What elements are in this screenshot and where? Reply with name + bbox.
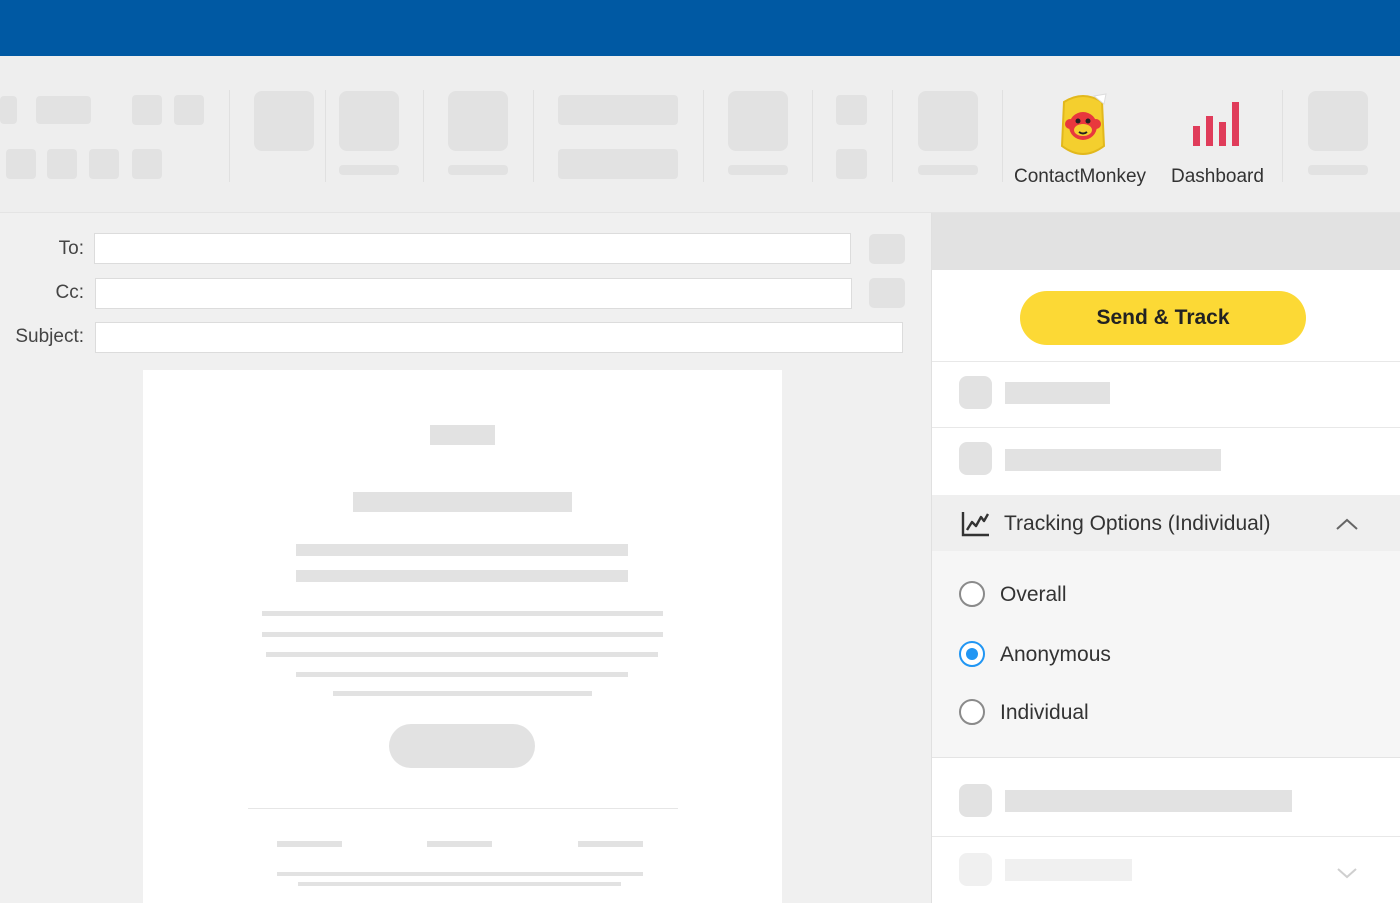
contactmonkey-label: ContactMonkey (1014, 166, 1147, 187)
panel-header (932, 213, 1400, 270)
ribbon-placeholder[interactable] (558, 95, 678, 125)
cc-address-book-button[interactable] (869, 278, 905, 308)
email-text-placeholder (333, 691, 592, 696)
ribbon-placeholder[interactable] (174, 95, 204, 125)
chevron-up-icon[interactable] (1335, 517, 1359, 531)
ribbon-divider (892, 90, 893, 182)
ribbon-placeholder[interactable] (836, 95, 867, 125)
send-and-track-button[interactable]: Send & Track (1020, 291, 1306, 345)
tracking-options-list: Overall Anonymous Individual (932, 551, 1400, 758)
ribbon-divider (423, 90, 424, 182)
cc-input[interactable] (95, 278, 852, 309)
ribbon-placeholder[interactable] (47, 149, 77, 179)
option-individual-label: Individual (1000, 701, 1089, 724)
option-overall[interactable]: Overall (932, 577, 1400, 613)
email-text-placeholder (262, 611, 663, 616)
email-text-placeholder (266, 652, 658, 657)
ribbon-placeholder[interactable] (89, 149, 119, 179)
panel-row-placeholder[interactable] (932, 362, 1400, 427)
ribbon-divider (1002, 90, 1003, 182)
email-text-placeholder (296, 544, 628, 556)
email-button-placeholder (389, 724, 535, 768)
contactmonkey-button[interactable]: ContactMonkey (1008, 86, 1156, 196)
ribbon-placeholder[interactable] (132, 149, 162, 179)
row-icon-placeholder (959, 376, 992, 409)
email-footer-placeholder (578, 841, 643, 847)
ribbon-placeholder-label (918, 165, 978, 175)
ribbon-divider (703, 90, 704, 182)
ribbon-placeholder-label (339, 165, 399, 175)
cc-label: Cc: (55, 282, 85, 303)
row-text-placeholder (1005, 859, 1132, 881)
row-icon-placeholder (959, 853, 992, 886)
row-text-placeholder (1005, 449, 1221, 471)
email-logo-placeholder (430, 425, 495, 445)
email-text-placeholder (262, 632, 663, 637)
radio-individual[interactable] (959, 699, 985, 725)
ribbon-placeholder[interactable] (1308, 91, 1368, 151)
title-bar (0, 0, 1400, 56)
email-text-placeholder (296, 672, 628, 677)
ribbon-placeholder[interactable] (254, 91, 314, 151)
ribbon-placeholder-label (728, 165, 788, 175)
radio-anonymous[interactable] (959, 641, 985, 667)
row-text-placeholder (1005, 790, 1292, 812)
panel-row-placeholder[interactable] (932, 428, 1400, 494)
panel-row-placeholder[interactable] (932, 837, 1400, 903)
contactmonkey-logo-icon (1060, 93, 1107, 155)
dashboard-label: Dashboard (1171, 166, 1264, 187)
ribbon-divider (325, 90, 326, 182)
ribbon-placeholder[interactable] (36, 96, 91, 124)
radio-overall[interactable] (959, 581, 985, 607)
email-heading-placeholder (353, 492, 572, 512)
ribbon-divider (533, 90, 534, 182)
ribbon-divider (812, 90, 813, 182)
contactmonkey-panel: Send & Track Tracking Options (Individua… (931, 213, 1400, 903)
subject-input[interactable] (95, 322, 903, 353)
subject-label: Subject: (15, 326, 84, 347)
ribbon-placeholder[interactable] (558, 149, 678, 179)
dashboard-button[interactable]: Dashboard (1164, 86, 1272, 196)
email-footer-placeholder (427, 841, 492, 847)
row-text-placeholder (1005, 382, 1110, 404)
option-overall-label: Overall (1000, 583, 1067, 606)
option-individual[interactable]: Individual (932, 695, 1400, 731)
ribbon-placeholder[interactable] (132, 95, 162, 125)
email-divider (248, 808, 678, 809)
email-footer-placeholder (277, 872, 643, 876)
ribbon-divider (229, 90, 230, 182)
to-address-book-button[interactable] (869, 234, 905, 264)
email-footer-placeholder (277, 841, 342, 847)
ribbon-placeholder-label (1308, 165, 1368, 175)
ribbon-placeholder[interactable] (836, 149, 867, 179)
to-label: To: (58, 238, 84, 259)
email-text-placeholder (296, 570, 628, 582)
ribbon-divider (1282, 90, 1283, 182)
ribbon-placeholder[interactable] (339, 91, 399, 151)
option-anonymous-label: Anonymous (1000, 643, 1111, 666)
tracking-options-header[interactable]: Tracking Options (Individual) (932, 495, 1400, 551)
ribbon-placeholder-label (448, 165, 508, 175)
row-icon-placeholder (959, 442, 992, 475)
email-footer-placeholder (298, 882, 621, 886)
to-input[interactable] (94, 233, 851, 264)
ribbon-placeholder[interactable] (6, 149, 36, 179)
ribbon-placeholder[interactable] (728, 91, 788, 151)
email-body[interactable] (143, 370, 782, 903)
option-anonymous[interactable]: Anonymous (932, 637, 1400, 673)
panel-row-placeholder[interactable] (932, 758, 1400, 836)
tracking-options-title: Tracking Options (Individual) (1004, 512, 1271, 535)
chevron-down-icon[interactable] (1336, 867, 1358, 879)
row-icon-placeholder (959, 784, 992, 817)
ribbon-placeholder[interactable] (448, 91, 508, 151)
ribbon-placeholder[interactable] (918, 91, 978, 151)
line-chart-icon (961, 512, 990, 537)
ribbon-placeholder[interactable] (0, 96, 17, 124)
bar-chart-icon (1193, 102, 1239, 146)
